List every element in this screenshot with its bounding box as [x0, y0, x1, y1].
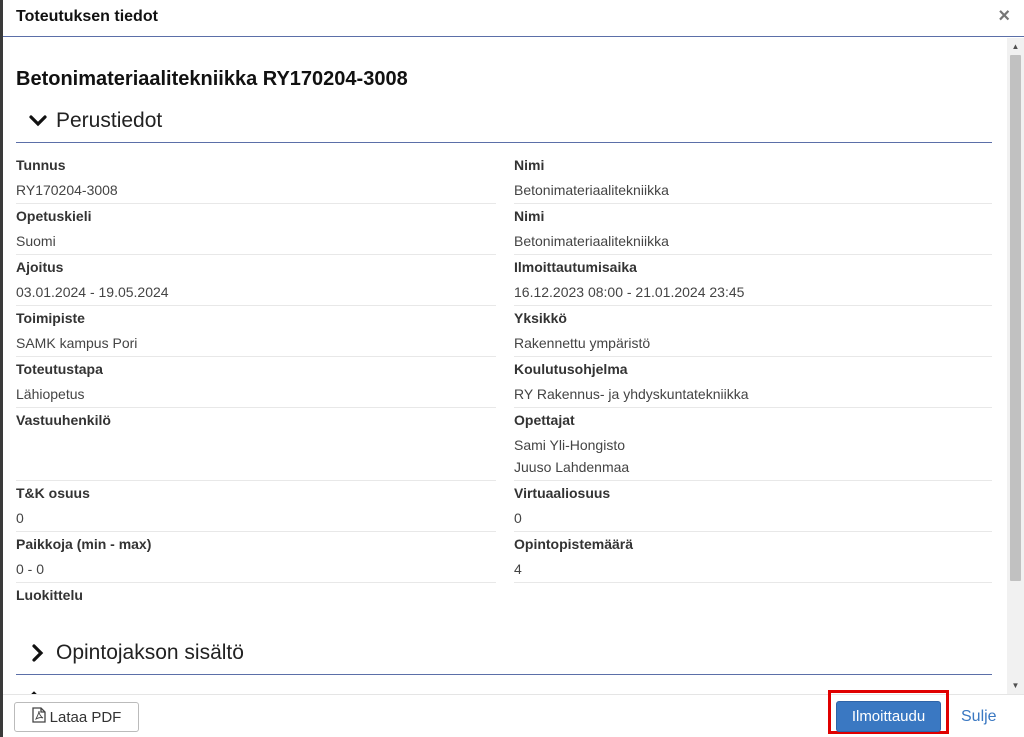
field-value: RY Rakennus- ja yhdyskuntatekniikka — [514, 386, 749, 402]
dialog-header: Toteutuksen tiedot × — [3, 0, 1024, 37]
field-label: Tunnus — [16, 157, 66, 173]
field-label: Virtuaaliosuus — [514, 485, 611, 501]
field-value: Juuso Lahdenmaa — [514, 459, 630, 475]
field-divider — [16, 254, 496, 255]
field-label: Nimi — [514, 157, 545, 173]
field-label: Nimi — [514, 208, 545, 224]
section-course-content-label: Opintojakson sisältö — [56, 641, 244, 664]
field-value: 03.01.2024 - 19.05.2024 — [16, 284, 169, 300]
field-label: Toimipiste — [16, 310, 85, 326]
field-divider — [16, 582, 496, 583]
course-details-dialog: Toteutuksen tiedot × Betonimateriaalitek… — [3, 0, 1024, 737]
field-value: Betonimateriaalitekniikka — [514, 233, 669, 249]
field-label: Luokittelu — [16, 587, 83, 603]
section-basic-info-label: Perustiedot — [56, 109, 163, 132]
field-value: RY170204-3008 — [16, 182, 118, 198]
field-divider — [514, 305, 992, 306]
field-label: Toteutustapa — [16, 361, 103, 377]
field-label: Ajoitus — [16, 259, 64, 275]
field-value: 16.12.2023 08:00 - 21.01.2024 23:45 — [514, 284, 745, 300]
field-divider — [16, 531, 496, 532]
scroll-down-icon[interactable]: ▼ — [1007, 677, 1024, 694]
dialog-body: Betonimateriaalitekniikka RY170204-3008 … — [3, 38, 1007, 694]
field-value: SAMK kampus Pori — [16, 335, 138, 351]
field-label: Opettajat — [514, 412, 575, 428]
chevron-partial-icon — [27, 686, 41, 694]
scroll-thumb[interactable] — [1010, 55, 1021, 581]
field-divider — [16, 305, 496, 306]
field-divider — [514, 254, 992, 255]
section-basic-info[interactable]: Perustiedot — [16, 109, 992, 143]
field-divider — [514, 531, 992, 532]
field-value: 0 — [16, 510, 24, 526]
vertical-scrollbar[interactable]: ▲ ▼ — [1007, 38, 1024, 694]
field-label: Yksikkö — [514, 310, 567, 326]
field-label: Koulutusohjelma — [514, 361, 628, 377]
pdf-file-icon — [31, 707, 46, 727]
course-title: Betonimateriaalitekniikka RY170204-3008 — [16, 68, 408, 90]
field-divider — [16, 407, 496, 408]
field-value: Suomi — [16, 233, 56, 249]
field-label: Paikkoja (min - max) — [16, 536, 152, 552]
field-divider — [514, 203, 992, 204]
close-icon[interactable]: × — [998, 5, 1010, 28]
download-pdf-label: Lataa PDF — [49, 708, 122, 726]
field-value: 0 — [514, 510, 522, 526]
field-divider — [514, 407, 992, 408]
field-divider — [514, 480, 992, 481]
field-divider — [16, 356, 496, 357]
field-label: Ilmoittautumisaika — [514, 259, 637, 275]
field-divider — [514, 582, 992, 583]
field-value: Sami Yli-Hongisto — [514, 437, 626, 453]
chevron-down-icon — [28, 111, 48, 137]
field-value: Lähiopetus — [16, 386, 85, 402]
field-label: Opetuskieli — [16, 208, 92, 224]
field-label: Vastuuhenkilö — [16, 412, 111, 428]
field-value: Betonimateriaalitekniikka — [514, 182, 669, 198]
dialog-title: Toteutuksen tiedot — [16, 8, 158, 25]
field-divider — [16, 203, 496, 204]
enroll-button[interactable]: Ilmoittaudu — [836, 701, 941, 732]
field-label: Opintopistemäärä — [514, 536, 634, 552]
scroll-up-icon[interactable]: ▲ — [1007, 38, 1024, 55]
field-value: Rakennettu ympäristö — [514, 335, 651, 351]
field-divider — [16, 480, 496, 481]
chevron-right-icon — [28, 643, 48, 669]
field-value: 4 — [514, 561, 522, 577]
field-label: T&K osuus — [16, 485, 90, 501]
field-divider — [514, 356, 992, 357]
close-button[interactable]: Sulje — [961, 708, 997, 726]
dialog-footer: Lataa PDF Ilmoittaudu Sulje — [3, 690, 1024, 737]
download-pdf-button[interactable]: Lataa PDF — [14, 702, 139, 732]
field-value: 0 - 0 — [16, 561, 45, 577]
section-course-content[interactable]: Opintojakson sisältö — [16, 641, 992, 675]
